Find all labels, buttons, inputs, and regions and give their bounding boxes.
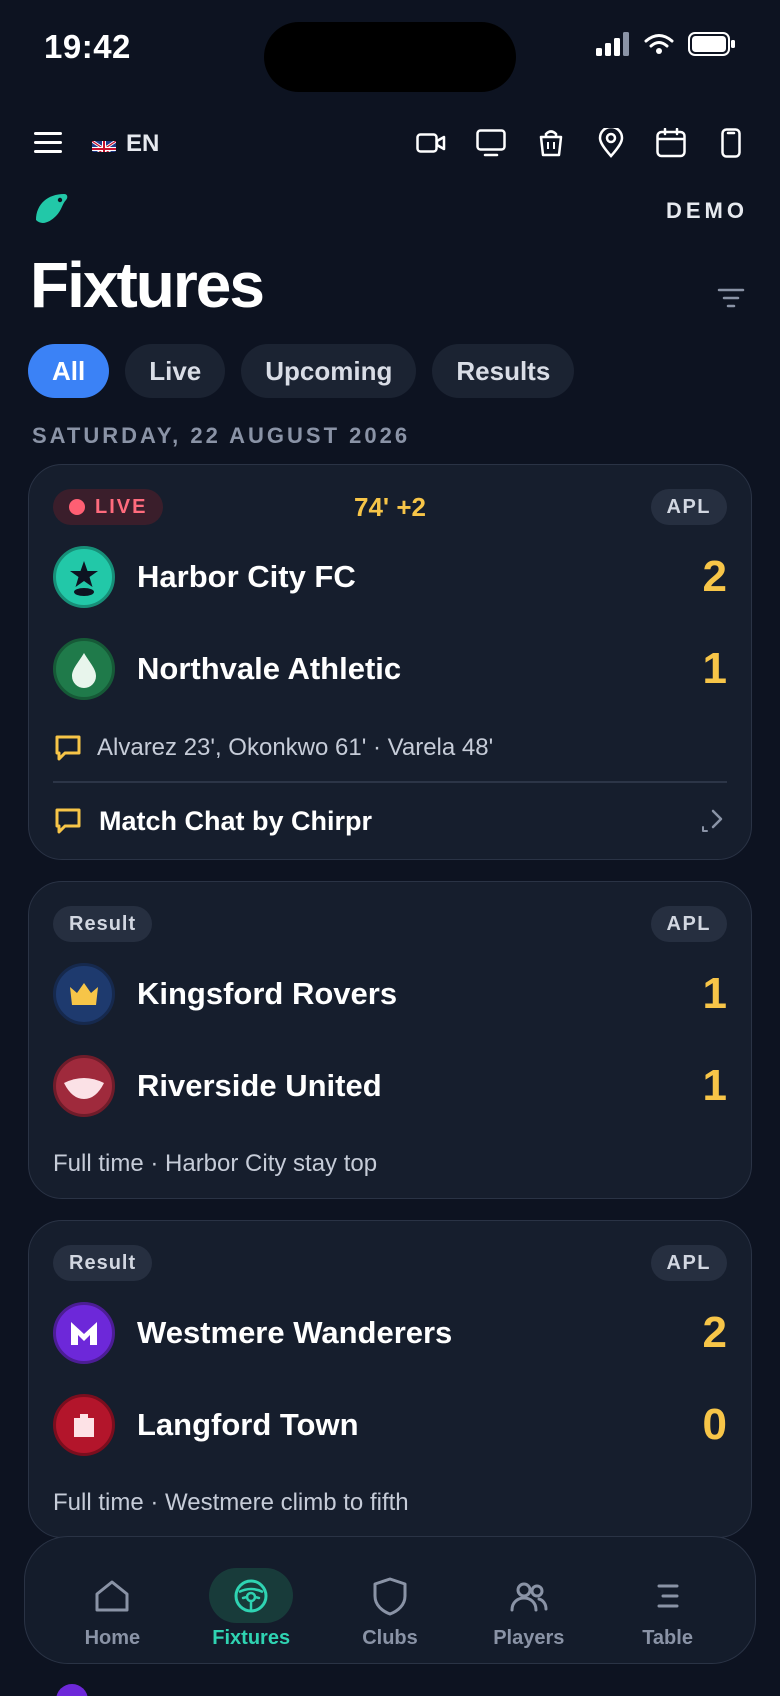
team-name: Westmere Wanderers [137, 1315, 453, 1350]
filter-tabs: All Live Upcoming Results [28, 344, 575, 398]
league-badge: APL [650, 489, 727, 525]
team-score: 2 [702, 552, 727, 601]
top-toolbar: EN [0, 120, 780, 172]
team-score: 2 [702, 1308, 727, 1357]
team-crest-star-icon [53, 546, 115, 608]
battery-icon [688, 32, 735, 56]
match-card[interactable]: Result APL Westmere Wanderers 2 Langford… [28, 1220, 752, 1538]
date-heading: SATURDAY, 22 AUGUST 2026 [32, 423, 411, 448]
tab-live[interactable]: Live [125, 344, 226, 398]
team-crest-wave-icon [53, 1055, 115, 1117]
away-team-row: Langford Town 0 [53, 1393, 727, 1457]
team-name: Riverside United [137, 1068, 382, 1103]
next-card-crest-peek [56, 1684, 88, 1696]
team-name: Kingsford Rovers [137, 976, 398, 1011]
tab-all[interactable]: All [28, 344, 110, 398]
scorers-text: Alvarez 23', Okonkwo 61' · Varela 48' [97, 734, 494, 761]
home-team-row: Kingsford Rovers 1 [53, 962, 727, 1026]
status-icons [596, 32, 736, 56]
tab-results[interactable]: Results [432, 344, 575, 398]
team-score: 0 [702, 1400, 727, 1449]
away-team-row: Northvale Athletic 1 [53, 637, 727, 701]
chat-bubble-icon [55, 808, 81, 834]
shield-icon [348, 1568, 432, 1623]
phone-icon[interactable] [716, 128, 746, 158]
match-note: Full time · Westmere climb to fifth [53, 1489, 727, 1517]
nav-home-label: Home [84, 1627, 141, 1649]
away-team-row: Riverside United 1 [53, 1054, 727, 1118]
nav-table-label: Table [642, 1627, 693, 1649]
signal-icon [596, 32, 629, 56]
match-note: Full time · Harbor City stay top [53, 1150, 727, 1178]
match-card-header: Result APL [53, 906, 727, 942]
match-minute: 74' +2 [354, 492, 426, 522]
tab-upcoming[interactable]: Upcoming [241, 344, 417, 398]
team-score: 1 [702, 969, 727, 1018]
app-logo-icon [32, 190, 72, 230]
league-badge: APL [650, 906, 727, 942]
hamburger-menu-icon[interactable] [34, 130, 64, 156]
team-crest-m-icon [53, 1302, 115, 1364]
league-badge: APL [650, 1245, 727, 1281]
status-time: 19:42 [44, 28, 131, 65]
nav-clubs[interactable]: Clubs [325, 1550, 455, 1650]
result-badge: Result [53, 906, 153, 942]
scorers-row: Alvarez 23', Okonkwo 61' · Varela 48' [53, 733, 727, 763]
toolbar-icons [416, 128, 746, 158]
team-name: Northvale Athletic [137, 651, 402, 686]
home-team-row: Westmere Wanderers 2 [53, 1301, 727, 1365]
card-divider [53, 781, 727, 783]
filter-icon[interactable] [716, 284, 746, 314]
match-card[interactable]: LIVE 74' +2 APL Harbor City FC 2 Northva… [28, 464, 752, 860]
match-chat-link[interactable]: Match Chat by Chirpr [53, 799, 727, 843]
match-card[interactable]: Result APL Kingsford Rovers 1 Riverside … [28, 881, 752, 1199]
nav-clubs-label: Clubs [362, 1627, 418, 1649]
match-note-text: Full time · Westmere climb to fifth [53, 1489, 409, 1516]
home-team-row: Harbor City FC 2 [53, 545, 727, 609]
comment-icon [55, 735, 81, 761]
dynamic-island [264, 22, 516, 92]
nav-players[interactable]: Players [464, 1550, 594, 1650]
nav-fixtures[interactable]: Fixtures [186, 1550, 316, 1650]
result-badge: Result [53, 1245, 153, 1281]
demo-label: DEMO [666, 198, 748, 223]
team-name: Langford Town [137, 1407, 359, 1442]
team-crest-tower-icon [53, 1394, 115, 1456]
uk-flag-icon [92, 136, 116, 152]
language-selector[interactable]: EN [92, 130, 159, 158]
home-icon [70, 1568, 154, 1623]
shop-bag-icon[interactable] [536, 128, 566, 158]
team-name: Harbor City FC [137, 559, 356, 594]
team-crest-drop-icon [53, 638, 115, 700]
players-icon [487, 1568, 571, 1623]
video-icon[interactable] [416, 128, 446, 158]
calendar-icon[interactable] [656, 128, 686, 158]
bottom-navigation: Home Fixtures Clubs Players Table [24, 1536, 756, 1664]
tv-icon[interactable] [476, 128, 506, 158]
team-score: 1 [702, 644, 727, 693]
stadium-icon [209, 1568, 294, 1623]
nav-fixtures-label: Fixtures [212, 1627, 291, 1649]
match-card-header: Result APL [53, 1245, 727, 1281]
page-title: Fixtures [30, 249, 265, 321]
location-pin-icon[interactable] [596, 128, 626, 158]
nav-home[interactable]: Home [47, 1550, 177, 1650]
status-bar: 19:42 [0, 0, 780, 96]
match-chat-label: Match Chat by Chirpr [99, 805, 373, 836]
nav-table[interactable]: Table [603, 1550, 733, 1650]
team-crest-crown-icon [53, 963, 115, 1025]
team-score: 1 [702, 1061, 727, 1110]
match-card-header: LIVE 74' +2 APL [53, 489, 727, 525]
table-icon [626, 1568, 710, 1623]
external-arrow-icon [702, 809, 723, 832]
language-label: EN [126, 130, 160, 157]
wifi-icon [644, 34, 674, 54]
match-note-text: Full time · Harbor City stay top [53, 1150, 378, 1177]
nav-players-label: Players [493, 1627, 565, 1649]
